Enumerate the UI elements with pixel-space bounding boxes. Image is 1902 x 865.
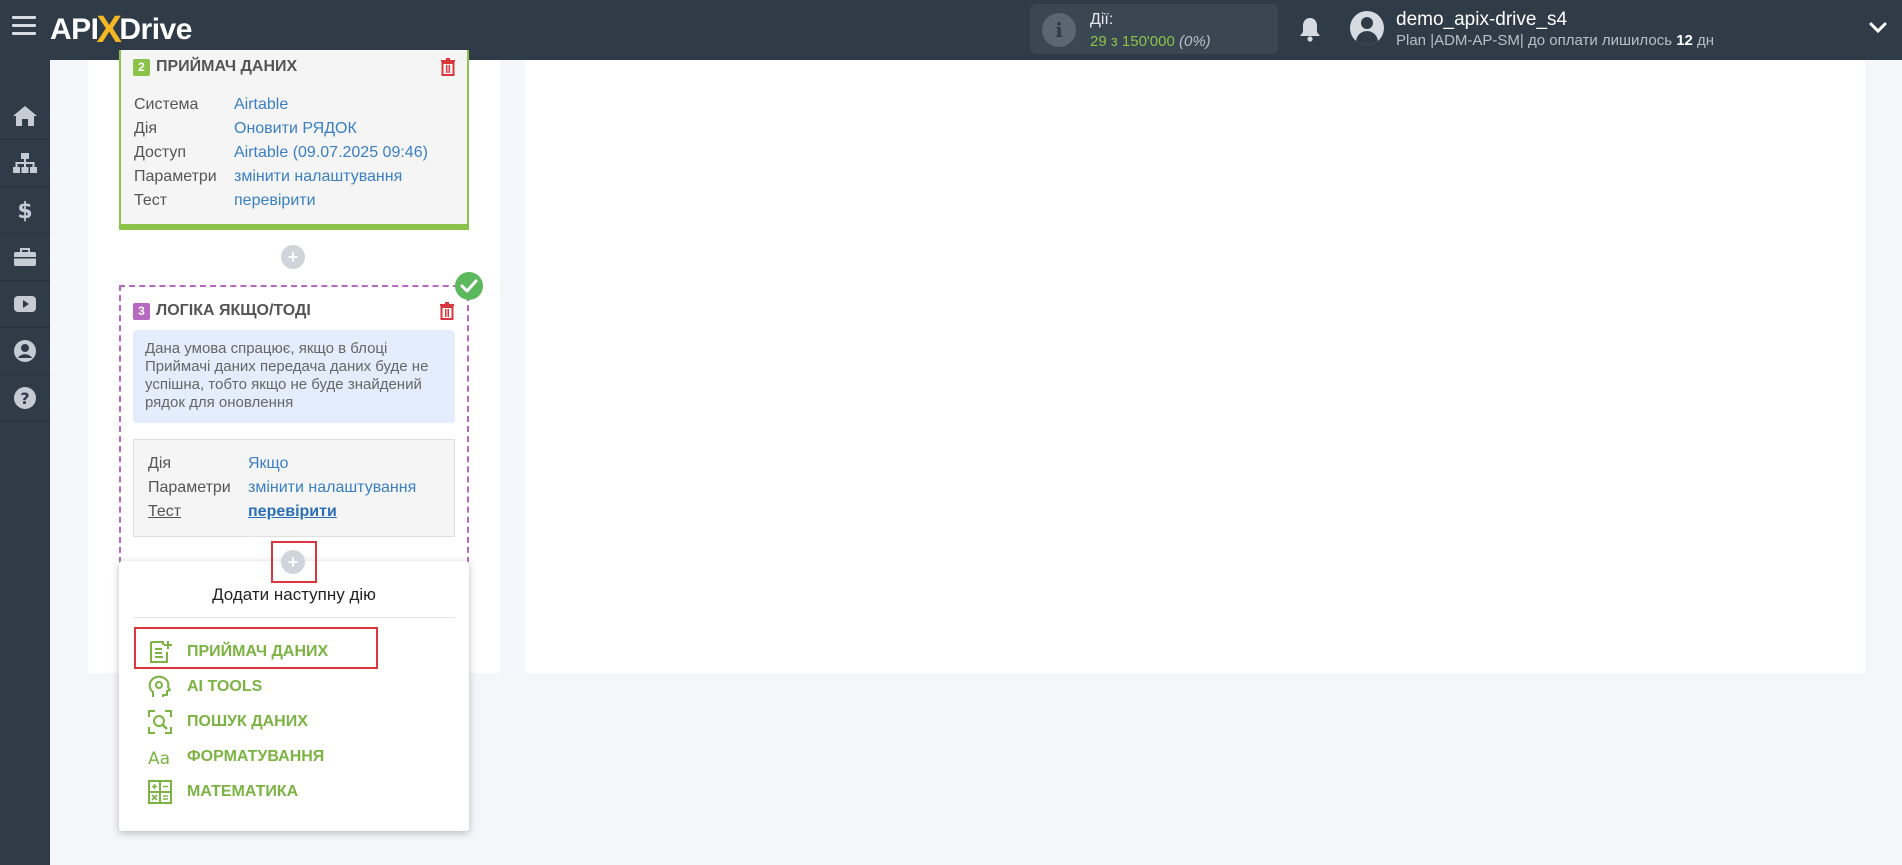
bell-icon[interactable]	[1298, 16, 1322, 42]
sidebar-item-projects[interactable]	[0, 234, 50, 281]
step-block-if-then-logic[interactable]: 3 ЛОГІКА ЯКЩО/ТОДІ Дана умова спрацює, я…	[119, 285, 469, 563]
menu-item-data-search[interactable]: ПОШУК ДАНИХ	[147, 708, 308, 736]
svg-text:?: ?	[20, 389, 29, 408]
condition-details: Дія Якщо Параметри змінити налаштування …	[133, 439, 455, 537]
sidebar-item-home[interactable]	[0, 93, 50, 140]
step-number-badge: 2	[133, 58, 150, 76]
sidebar-item-connections[interactable]	[0, 140, 50, 187]
sidebar: $ ?	[0, 60, 50, 865]
math-icon	[148, 780, 172, 804]
avatar[interactable]	[1350, 11, 1384, 45]
info-icon: i	[1042, 13, 1076, 47]
apix-drive-logo[interactable]: API X Drive	[50, 8, 192, 52]
user-circle-icon	[14, 340, 36, 362]
menu-item-math[interactable]: МАТЕМАТИКА	[147, 778, 298, 806]
divider	[133, 617, 455, 618]
test-link[interactable]: перевірити	[234, 189, 316, 213]
step-block-data-receiver[interactable]: 2 ПРИЙМАЧ ДАНИХ Система Airtable Дія Оно…	[119, 50, 469, 230]
svg-text:$: $	[17, 199, 32, 222]
block-header: 2 ПРИЙМАЧ ДАНИХ	[133, 58, 297, 76]
test-link[interactable]: перевірити	[248, 500, 337, 524]
hamburger-menu-icon[interactable]	[12, 16, 36, 36]
add-next-step-popup: Додати наступну дію ПРИЙМАЧ ДАНИХ AI TOO…	[119, 561, 469, 831]
actions-counter[interactable]: i Дії: 29 з 150'000 (0%)	[1030, 4, 1278, 54]
sidebar-item-account[interactable]	[0, 328, 50, 375]
popup-title: Додати наступну дію	[212, 585, 376, 604]
check-circle-icon	[455, 272, 483, 300]
edit-settings-link[interactable]: змінити налаштування	[248, 476, 416, 500]
trash-icon[interactable]	[439, 302, 455, 320]
sidebar-item-help[interactable]: ?	[0, 375, 50, 422]
ai-tools-icon	[148, 675, 171, 697]
data-search-icon	[148, 710, 172, 734]
highlight-frame	[271, 541, 317, 583]
add-step-button[interactable]: +	[281, 245, 305, 269]
formatting-icon: Aa	[148, 749, 170, 769]
sidebar-item-video[interactable]	[0, 281, 50, 328]
step-number-badge: 3	[133, 302, 150, 320]
menu-item-formatting[interactable]: Aa ФОРМАТУВАННЯ	[147, 743, 324, 771]
sitemap-icon	[13, 153, 37, 173]
chevron-down-icon[interactable]	[1868, 18, 1888, 38]
step-settings-panel	[525, 60, 1865, 673]
trash-icon[interactable]	[440, 58, 456, 76]
video-icon	[14, 296, 36, 312]
dollar-icon: $	[17, 199, 32, 222]
sidebar-item-billing[interactable]: $	[0, 187, 50, 234]
actions-value: 29 з 150'000 (0%)	[1090, 33, 1211, 50]
svg-text:Aa: Aa	[148, 749, 170, 769]
block-header: 3 ЛОГІКА ЯКЩО/ТОДІ	[133, 302, 311, 320]
block-title: ПРИЙМАЧ ДАНИХ	[156, 58, 298, 75]
briefcase-icon	[14, 248, 36, 266]
user-plan: Plan |ADM-AP-SM| до оплати лишилось 12 д…	[1396, 32, 1715, 49]
block-title: ЛОГІКА ЯКЩО/ТОДІ	[156, 302, 311, 319]
home-icon	[13, 106, 37, 126]
user-name[interactable]: demo_apix-drive_s4	[1396, 9, 1567, 31]
actions-label: Дії:	[1090, 11, 1114, 28]
condition-note: Дана умова спрацює, якщо в блоці Приймач…	[133, 330, 455, 423]
edit-settings-link[interactable]: змінити налаштування	[234, 165, 402, 189]
highlight-frame	[134, 627, 378, 669]
help-icon: ?	[14, 387, 36, 409]
menu-item-ai-tools[interactable]: AI TOOLS	[147, 673, 262, 701]
